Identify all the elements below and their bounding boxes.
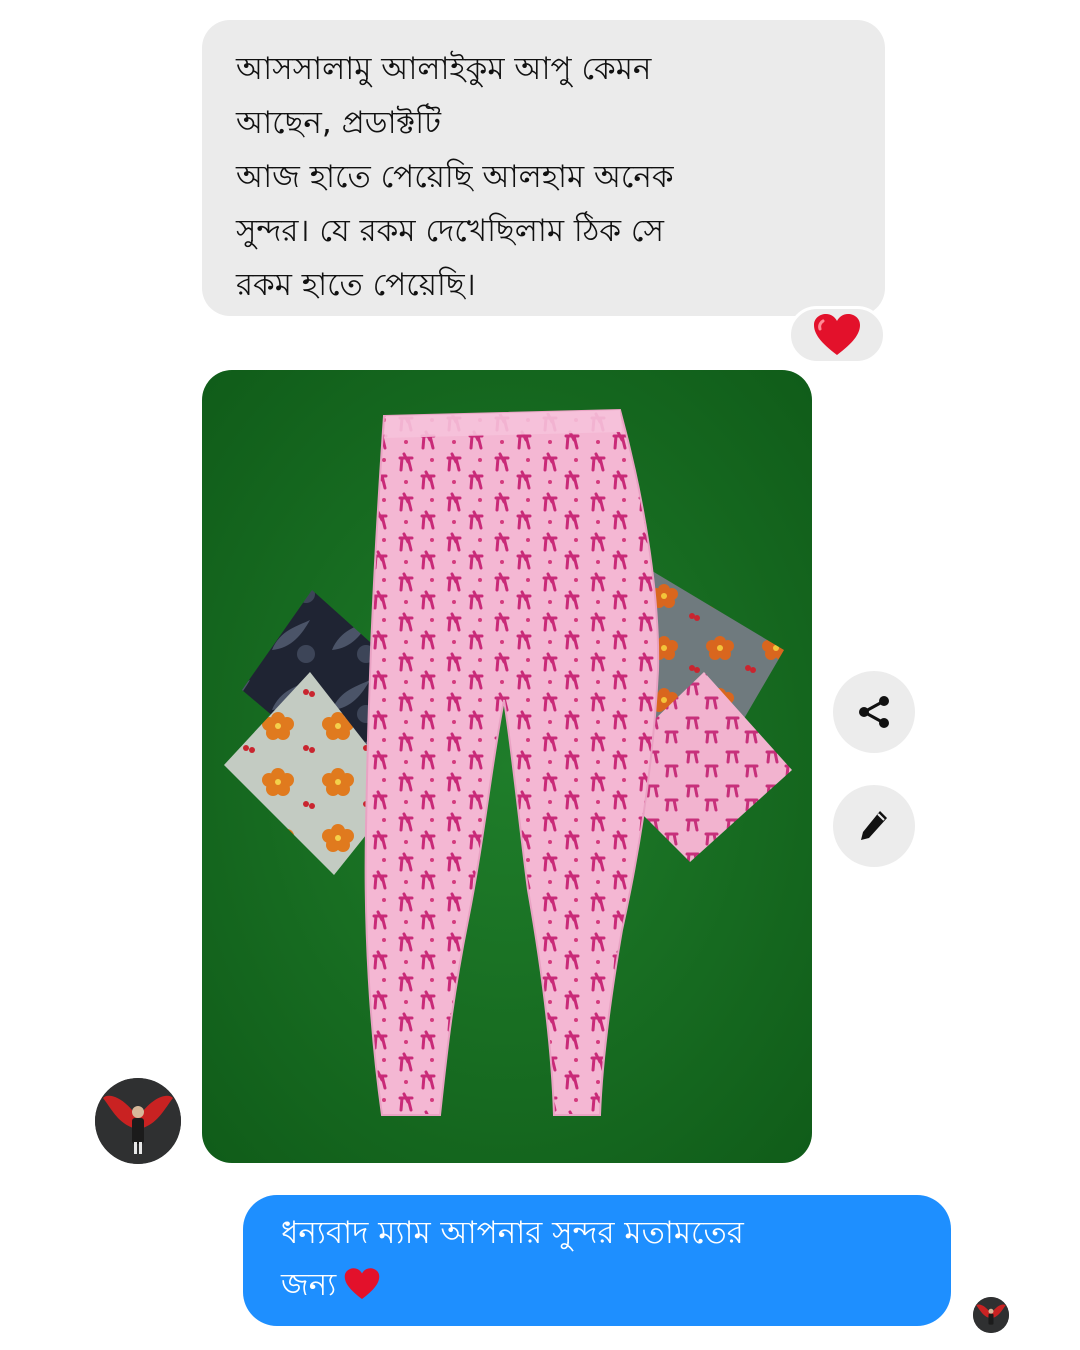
outgoing-message-bubble[interactable]: ধন্যবাদ ম্যাম আপনার সুন্দর মতামতের জন্য — [243, 1195, 951, 1326]
edit-button[interactable] — [833, 785, 915, 867]
red-heart-icon — [814, 314, 860, 355]
red-heart-icon — [344, 1268, 380, 1299]
incoming-message-line-4: সুন্দর। যে রকম দেখেছিলাম ঠিক সে — [236, 213, 664, 249]
incoming-message-line-5: রকম হাতে পেয়েছি। — [236, 267, 476, 303]
share-icon — [859, 696, 889, 728]
message-reaction[interactable] — [788, 306, 886, 364]
product-photo — [202, 370, 812, 1163]
outgoing-message-line-2: জন্য — [281, 1267, 337, 1303]
chat-screen: আসসালামু আলাইকুম আপু কেমন আছেন, প্রডাক্ট… — [0, 0, 1080, 1350]
share-button[interactable] — [833, 671, 915, 753]
photo-attachment[interactable] — [202, 370, 812, 1163]
incoming-message-line-3: আজ হাতে পেয়েছি আলহাম অনেক — [236, 159, 674, 195]
incoming-message-line-1: আসসালামু আলাইকুম আপু কেমন — [236, 51, 652, 87]
incoming-message-bubble[interactable]: আসসালামু আলাইকুম আপু কেমন আছেন, প্রডাক্ট… — [202, 20, 885, 316]
incoming-message-line-2: আছেন, প্রডাক্টটি — [236, 105, 442, 141]
pencil-icon — [861, 811, 887, 840]
outgoing-message-line-1: ধন্যবাদ ম্যাম আপনার সুন্দর মতামতের — [281, 1215, 744, 1251]
read-receipt-avatar — [973, 1297, 1009, 1333]
sender-avatar[interactable] — [95, 1078, 181, 1164]
